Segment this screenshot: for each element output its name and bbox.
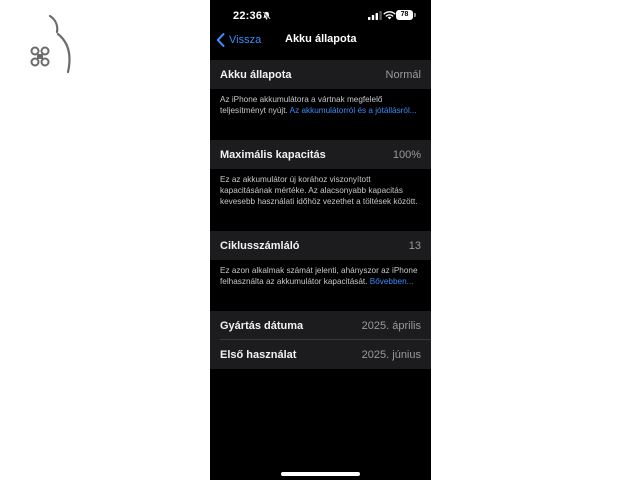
- max-capacity-footer: Ez az akkumulátor új korához viszonyítot…: [220, 175, 418, 206]
- max-capacity-value: 100%: [392, 148, 421, 161]
- apple-keyboard-logo-icon: [30, 14, 71, 74]
- navigation-bar: Vissza Akku állapota: [210, 28, 431, 52]
- chevron-left-icon: [216, 33, 225, 47]
- cycle-count-row: Ciklusszámláló 13: [210, 231, 431, 260]
- battery-health-value: Normál: [385, 68, 421, 81]
- back-button[interactable]: Vissza: [216, 30, 261, 50]
- cellular-signal-icon: [368, 11, 382, 20]
- bell-slash-icon: [262, 11, 271, 20]
- first-use-value: 2025. június: [361, 348, 421, 361]
- battery-health-footer: Az iPhone akkumulátora a vártnak megfele…: [220, 94, 423, 116]
- battery-warranty-link[interactable]: Az akkumulátorról és a jótállásról...: [290, 106, 417, 115]
- wifi-icon: [383, 11, 396, 20]
- back-button-label: Vissza: [229, 34, 262, 46]
- learn-more-link[interactable]: Bővebben...: [370, 277, 414, 286]
- first-use-label: Első használat: [220, 348, 297, 361]
- cycle-count-value: 13: [408, 239, 421, 252]
- battery-nub: [414, 13, 416, 17]
- battery-health-row: Akku állapota Normál: [210, 60, 431, 89]
- manufacture-date-label: Gyártás dátuma: [220, 319, 304, 332]
- max-capacity-row: Maximális kapacitás 100%: [210, 140, 431, 169]
- battery-health-label: Akku állapota: [220, 68, 292, 81]
- manufacture-date-value: 2025. április: [361, 319, 421, 332]
- iphone-screen: 22:36 78 Vissza Akku állapota Akku állap…: [210, 0, 431, 480]
- manufacture-date-row: Gyártás dátuma 2025. április: [210, 311, 431, 340]
- home-indicator[interactable]: [281, 472, 360, 476]
- page-title: Akku állapota: [285, 33, 357, 45]
- status-time: 22:36: [233, 10, 263, 22]
- cycle-count-footer: Ez azon alkalmak számát jelenti, ahánysz…: [220, 265, 423, 287]
- max-capacity-label: Maximális kapacitás: [220, 148, 326, 161]
- cycle-count-label: Ciklusszámláló: [220, 239, 300, 252]
- first-use-row: Első használat 2025. június: [210, 340, 431, 369]
- battery-icon: 78: [396, 10, 413, 20]
